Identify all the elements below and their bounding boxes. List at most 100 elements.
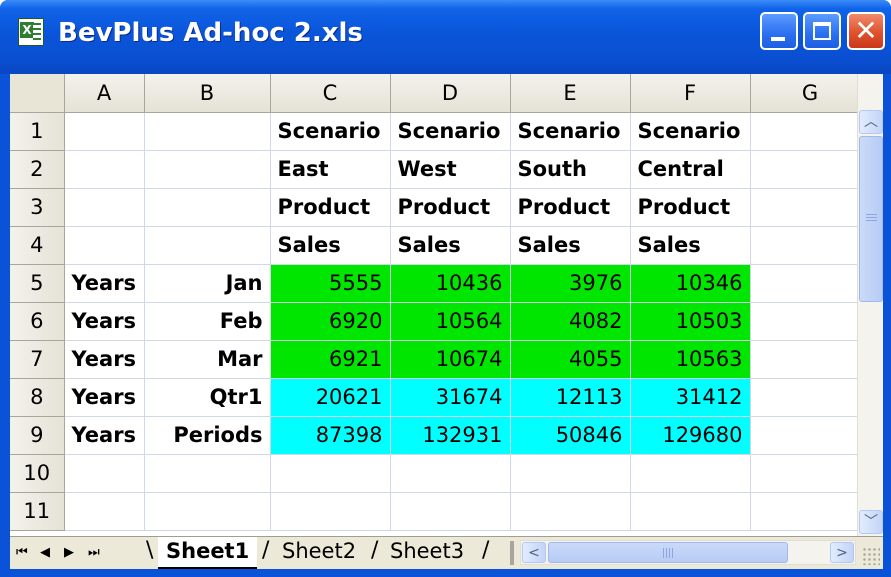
cell-b5[interactable]: Jan: [144, 264, 271, 303]
cell-e9[interactable]: 50846: [510, 416, 631, 455]
row-header-9[interactable]: 9: [10, 416, 65, 455]
minimize-button[interactable]: [760, 12, 798, 50]
column-header-g[interactable]: G: [750, 74, 871, 113]
horizontal-scrollbar[interactable]: < >: [520, 540, 856, 565]
row-header-10[interactable]: 10: [10, 454, 65, 493]
cell-f8[interactable]: 31412: [630, 378, 751, 417]
cell-b4[interactable]: [144, 226, 271, 265]
cell-d5[interactable]: 10436: [390, 264, 511, 303]
row-header-6[interactable]: 6: [10, 302, 65, 341]
cell-a4[interactable]: [64, 226, 145, 265]
close-button[interactable]: ✕: [847, 12, 885, 50]
cell-d9[interactable]: 132931: [390, 416, 511, 455]
cell-e6[interactable]: 4082: [510, 302, 631, 341]
last-sheet-icon[interactable]: ⏭: [88, 543, 100, 563]
cell-f4[interactable]: Sales: [630, 226, 751, 265]
cell-b7[interactable]: Mar: [144, 340, 271, 379]
row-header-4[interactable]: 4: [10, 226, 65, 265]
first-sheet-icon[interactable]: ⏮: [16, 543, 28, 563]
cell-a9[interactable]: Years: [64, 416, 145, 455]
vertical-scrollbar[interactable]: ︿ ﹀: [857, 74, 883, 536]
cell-a5[interactable]: Years: [64, 264, 145, 303]
cell-g5[interactable]: [750, 264, 871, 303]
row-header-5[interactable]: 5: [10, 264, 65, 303]
cell-f11[interactable]: [630, 492, 751, 531]
cell-d7[interactable]: 10674: [390, 340, 511, 379]
cell-e4[interactable]: Sales: [510, 226, 631, 265]
title-bar[interactable]: X BevPlus Ad-hoc 2.xls ✕: [0, 0, 891, 74]
scroll-up-button[interactable]: ︿: [859, 110, 883, 134]
cell-g1[interactable]: [750, 112, 871, 151]
cell-a8[interactable]: Years: [64, 378, 145, 417]
cell-c10[interactable]: [270, 454, 391, 493]
cell-c3[interactable]: Product: [270, 188, 391, 227]
cell-a7[interactable]: Years: [64, 340, 145, 379]
cell-d2[interactable]: West: [390, 150, 511, 189]
select-all-corner[interactable]: [10, 74, 65, 113]
cell-a10[interactable]: [64, 454, 145, 493]
previous-sheet-icon[interactable]: ◀: [40, 543, 50, 563]
cell-g8[interactable]: [750, 378, 871, 417]
row-header-7[interactable]: 7: [10, 340, 65, 379]
cell-b6[interactable]: Feb: [144, 302, 271, 341]
cell-g11[interactable]: [750, 492, 871, 531]
cell-e7[interactable]: 4055: [510, 340, 631, 379]
resize-grip-icon[interactable]: [862, 547, 880, 565]
excel-icon[interactable]: X: [18, 18, 44, 46]
cell-e11[interactable]: [510, 492, 631, 531]
cell-c9[interactable]: 87398: [270, 416, 391, 455]
cell-g9[interactable]: [750, 416, 871, 455]
cell-d6[interactable]: 10564: [390, 302, 511, 341]
cell-b8[interactable]: Qtr1: [144, 378, 271, 417]
cell-g7[interactable]: [750, 340, 871, 379]
cell-g2[interactable]: [750, 150, 871, 189]
next-sheet-icon[interactable]: ▶: [64, 543, 74, 563]
cell-c8[interactable]: 20621: [270, 378, 391, 417]
cell-a3[interactable]: [64, 188, 145, 227]
column-header-f[interactable]: F: [630, 74, 751, 113]
row-header-2[interactable]: 2: [10, 150, 65, 189]
horizontal-scroll-thumb[interactable]: [548, 542, 788, 563]
cell-g6[interactable]: [750, 302, 871, 341]
cell-b9[interactable]: Periods: [144, 416, 271, 455]
cell-e10[interactable]: [510, 454, 631, 493]
cell-b1[interactable]: [144, 112, 271, 151]
column-header-c[interactable]: C: [270, 74, 391, 113]
maximize-button[interactable]: [803, 12, 841, 50]
cell-c2[interactable]: East: [270, 150, 391, 189]
cell-b2[interactable]: [144, 150, 271, 189]
scroll-left-button[interactable]: <: [522, 542, 546, 563]
cell-d4[interactable]: Sales: [390, 226, 511, 265]
cell-d10[interactable]: [390, 454, 511, 493]
row-header-1[interactable]: 1: [10, 112, 65, 151]
cell-c4[interactable]: Sales: [270, 226, 391, 265]
cell-c5[interactable]: 5555: [270, 264, 391, 303]
cell-f3[interactable]: Product: [630, 188, 751, 227]
cell-c6[interactable]: 6920: [270, 302, 391, 341]
cell-e2[interactable]: South: [510, 150, 631, 189]
tab-sheet2[interactable]: Sheet2: [274, 537, 364, 567]
cell-e1[interactable]: Scenario: [510, 112, 631, 151]
cell-e3[interactable]: Product: [510, 188, 631, 227]
tab-split-handle[interactable]: [510, 541, 514, 565]
scroll-right-button[interactable]: >: [830, 542, 854, 563]
column-header-a[interactable]: A: [64, 74, 145, 113]
cell-b10[interactable]: [144, 454, 271, 493]
scroll-down-button[interactable]: ﹀: [859, 510, 883, 534]
cell-f5[interactable]: 10346: [630, 264, 751, 303]
cell-e8[interactable]: 12113: [510, 378, 631, 417]
row-header-11[interactable]: 11: [10, 492, 65, 531]
cell-c7[interactable]: 6921: [270, 340, 391, 379]
cell-c1[interactable]: Scenario: [270, 112, 391, 151]
row-header-3[interactable]: 3: [10, 188, 65, 227]
column-header-b[interactable]: B: [144, 74, 271, 113]
tab-sheet1[interactable]: Sheet1: [158, 537, 258, 569]
cell-g3[interactable]: [750, 188, 871, 227]
cell-d11[interactable]: [390, 492, 511, 531]
cell-f6[interactable]: 10503: [630, 302, 751, 341]
cell-a2[interactable]: [64, 150, 145, 189]
cell-b11[interactable]: [144, 492, 271, 531]
cell-c11[interactable]: [270, 492, 391, 531]
cell-g10[interactable]: [750, 454, 871, 493]
cell-f1[interactable]: Scenario: [630, 112, 751, 151]
